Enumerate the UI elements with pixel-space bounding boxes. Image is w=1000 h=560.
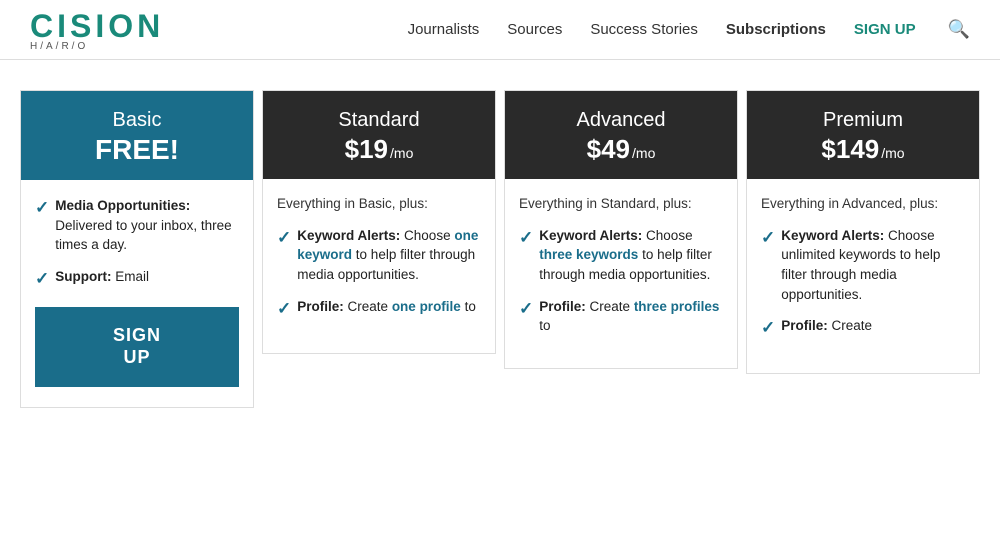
feature-label: Profile: [781,318,828,333]
plan-price-per: /mo [881,145,904,161]
keyword-highlight: three keywords [539,247,638,262]
feature-desc: Create [590,299,634,314]
plan-premium: Premium $149/mo Everything in Advanced, … [746,90,980,374]
plan-advanced: Advanced $49/mo Everything in Standard, … [504,90,738,369]
logo-sub: H/A/R/O [30,41,164,52]
checkmark-icon: ✓ [519,226,533,285]
feature-desc: Delivered to your inbox, three times a d… [55,218,231,253]
plan-basic-header: Basic FREE! [21,91,253,180]
pricing-section: Basic FREE! ✓ Media Opportunities: Deliv… [0,60,1000,408]
plan-basic: Basic FREE! ✓ Media Opportunities: Deliv… [20,90,254,408]
logo: CISION H/A/R/O [30,8,164,52]
plan-premium-body: Everything in Advanced, plus: ✓ Keyword … [747,179,979,373]
checkmark-icon: ✓ [277,226,291,285]
nav-success-stories[interactable]: Success Stories [590,21,698,38]
plan-basic-price: FREE! [37,134,237,166]
checkmark-icon: ✓ [761,226,775,304]
feature-desc: Choose [404,228,454,243]
nav-subscriptions[interactable]: Subscriptions [726,21,826,38]
feature-keyword-alerts: ✓ Keyword Alerts: Choose three keywords … [519,226,723,285]
plan-price-per: /mo [632,145,655,161]
plan-standard-intro: Everything in Basic, plus: [277,195,481,214]
checkmark-icon: ✓ [35,196,49,255]
plan-premium-name: Premium [763,109,963,132]
plan-advanced-price: $49/mo [521,134,721,165]
plan-advanced-body: Everything in Standard, plus: ✓ Keyword … [505,179,737,368]
plan-price-amount: $149 [821,134,879,165]
profile-highlight: one profile [392,299,461,314]
plan-advanced-intro: Everything in Standard, plus: [519,195,723,214]
feature-label: Profile: [297,299,344,314]
plan-standard-name: Standard [279,109,479,132]
plan-premium-intro: Everything in Advanced, plus: [761,195,965,214]
feature-desc2: to [539,318,550,333]
checkmark-icon: ✓ [277,297,291,322]
plan-advanced-header: Advanced $49/mo [505,91,737,179]
feature-keyword-alerts: ✓ Keyword Alerts: Choose one keyword to … [277,226,481,285]
plan-premium-header: Premium $149/mo [747,91,979,179]
feature-label: Keyword Alerts: [539,228,642,243]
plan-standard-header: Standard $19/mo [263,91,495,179]
plan-price-per: /mo [390,145,413,161]
plan-price-amount: $19 [345,134,388,165]
feature-keyword-alerts: ✓ Keyword Alerts: Choose unlimited keywo… [761,226,965,304]
checkmark-icon: ✓ [35,267,49,292]
plan-standard: Standard $19/mo Everything in Basic, plu… [262,90,496,354]
checkmark-icon: ✓ [519,297,533,336]
checkmark-icon: ✓ [761,316,775,341]
plan-advanced-name: Advanced [521,109,721,132]
plan-standard-body: Everything in Basic, plus: ✓ Keyword Ale… [263,179,495,353]
feature-desc: Create [348,299,392,314]
feature-profile: ✓ Profile: Create [761,316,965,341]
navbar: CISION H/A/R/O Journalists Sources Succe… [0,0,1000,60]
nav-journalists[interactable]: Journalists [408,21,480,38]
feature-support: ✓ Support: Email [35,267,239,292]
plan-standard-price: $19/mo [279,134,479,165]
plan-premium-price: $149/mo [763,134,963,165]
nav-sources[interactable]: Sources [507,21,562,38]
feature-desc2: to [465,299,476,314]
nav-signup[interactable]: SIGN UP [854,21,916,38]
plan-basic-name: Basic [37,109,237,132]
feature-media-opportunities: ✓ Media Opportunities: Delivered to your… [35,196,239,255]
feature-label: Profile: [539,299,586,314]
feature-profile: ✓ Profile: Create three profiles to [519,297,723,336]
search-icon[interactable]: 🔍 [948,19,970,40]
feature-label: Keyword Alerts: [297,228,400,243]
plan-basic-body: ✓ Media Opportunities: Delivered to your… [21,180,253,407]
feature-label: Support: [55,269,111,284]
feature-label: Media Opportunities: [55,198,190,213]
profile-highlight: three profiles [634,299,720,314]
feature-desc: Choose [646,228,693,243]
nav-links: Journalists Sources Success Stories Subs… [408,19,970,40]
logo-text: CISION [30,8,164,45]
plan-price-amount: $49 [587,134,630,165]
feature-profile: ✓ Profile: Create one profile to [277,297,481,322]
feature-desc: Create [832,318,873,333]
basic-signup-button[interactable]: SIGNUP [35,307,239,386]
feature-desc: Email [115,269,149,284]
feature-label: Keyword Alerts: [781,228,884,243]
